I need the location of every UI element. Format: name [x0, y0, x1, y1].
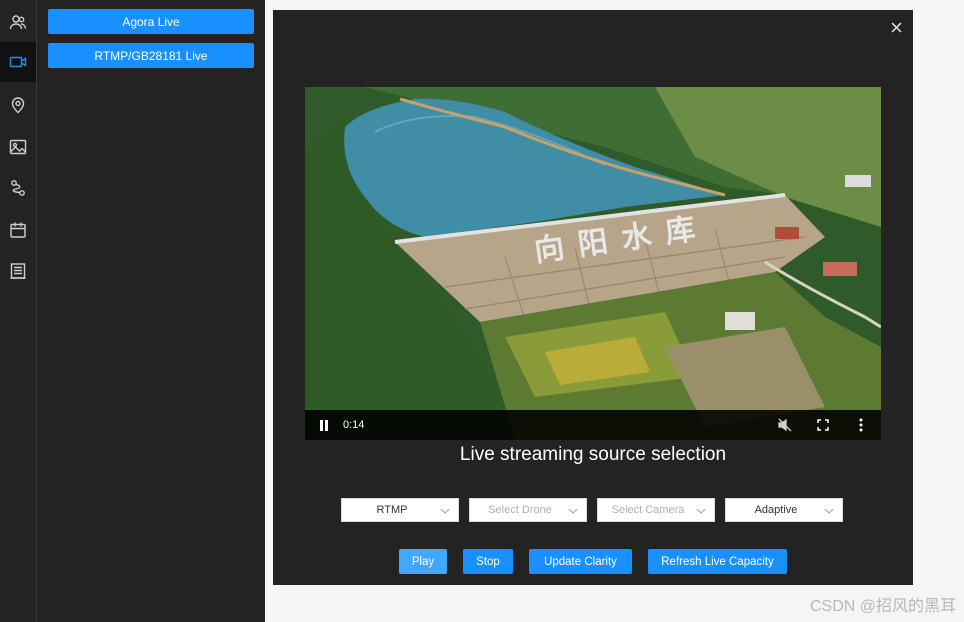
icon-rail — [0, 0, 37, 622]
protocol-select[interactable]: RTMP — [341, 498, 459, 522]
volume-muted-icon — [778, 418, 792, 432]
pause-icon — [320, 419, 328, 431]
rail-item-wayline[interactable] — [0, 168, 36, 208]
pause-button[interactable] — [313, 410, 335, 440]
clarity-select[interactable]: Adaptive — [725, 498, 843, 522]
camera-select-placeholder: Select Camera — [611, 504, 685, 516]
rtmp-live-button[interactable]: RTMP/GB28181 Live — [48, 43, 254, 68]
close-icon — [890, 21, 902, 33]
fullscreen-icon — [817, 419, 829, 431]
chevron-down-icon — [440, 508, 450, 514]
camera-select[interactable]: Select Camera — [597, 498, 715, 522]
video-controls: 0:14 — [305, 410, 881, 440]
play-button[interactable]: Play — [399, 549, 447, 574]
video-time: 0:14 — [343, 419, 365, 431]
video-camera-icon — [9, 56, 27, 68]
livestream-panel: Agora Live RTMP/GB28181 Live — [37, 0, 265, 622]
more-button[interactable] — [851, 410, 871, 440]
more-vertical-icon — [859, 418, 863, 432]
users-icon — [9, 15, 27, 30]
clarity-select-value: Adaptive — [754, 504, 798, 516]
fullscreen-button[interactable] — [813, 410, 833, 440]
rail-item-media[interactable] — [0, 127, 36, 167]
video-frame: 向阳水库 — [305, 87, 881, 440]
protocol-select-value: RTMP — [376, 504, 408, 516]
image-icon — [9, 139, 27, 155]
rail-item-livestream[interactable] — [0, 42, 36, 82]
close-button[interactable] — [887, 18, 905, 36]
agora-live-button[interactable]: Agora Live — [48, 9, 254, 34]
calendar-icon — [10, 222, 26, 238]
rail-item-map[interactable] — [0, 85, 36, 125]
watermark: CSDN @招风的黑耳 — [809, 598, 956, 615]
update-clarity-button[interactable]: Update Clarity — [529, 549, 632, 574]
chevron-down-icon — [824, 508, 834, 514]
rail-item-logs[interactable] — [0, 251, 36, 291]
drone-select[interactable]: Select Drone — [469, 498, 587, 522]
route-icon — [11, 180, 25, 196]
video-player[interactable]: 向阳水库 0:14 — [305, 87, 881, 440]
live-modal: 向阳水库 0:14 Live streaming source selectio… — [273, 10, 913, 585]
mute-button[interactable] — [775, 410, 795, 440]
drone-select-placeholder: Select Drone — [488, 504, 552, 516]
rail-item-members[interactable] — [0, 2, 36, 42]
map-pin-icon — [11, 97, 25, 114]
stop-button[interactable]: Stop — [463, 549, 513, 574]
list-icon — [10, 263, 26, 279]
modal-title: Live streaming source selection — [459, 444, 727, 465]
chevron-down-icon — [696, 508, 706, 514]
rail-item-tasks[interactable] — [0, 210, 36, 250]
chevron-down-icon — [568, 508, 578, 514]
refresh-live-capacity-button[interactable]: Refresh Live Capacity — [648, 549, 787, 574]
